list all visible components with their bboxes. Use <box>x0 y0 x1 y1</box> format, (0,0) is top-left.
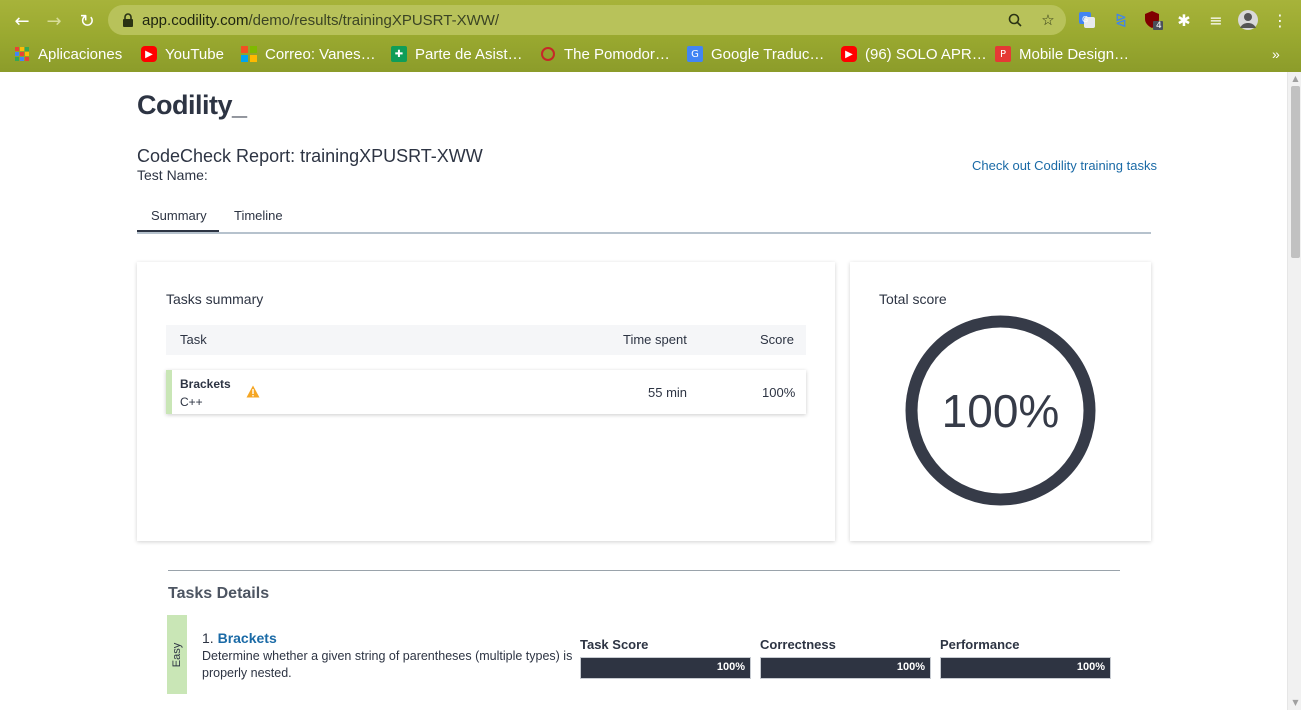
task-heading: 1. Brackets <box>202 630 277 646</box>
total-score-title: Total score <box>879 291 947 307</box>
translate-icon: G <box>687 46 703 62</box>
task-description: Determine whether a given string of pare… <box>202 649 573 680</box>
scroll-thumb[interactable] <box>1291 86 1300 258</box>
active-tab-indicator <box>137 230 219 232</box>
tasks-summary-title: Tasks summary <box>166 291 264 307</box>
warning-icon <box>246 385 260 401</box>
task-score-value: 100% <box>716 661 745 673</box>
tasks-details-title: Tasks Details <box>168 585 270 602</box>
tab-timeline[interactable]: Timeline <box>234 208 283 223</box>
bookmark-item[interactable]: ▶ YouTube <box>141 43 224 65</box>
page-title: CodeCheck Report: trainingXPUSRT-XWW <box>137 146 483 166</box>
reading-list-icon[interactable]: ≡ <box>1205 9 1227 31</box>
table-row[interactable]: Brackets C++ 55 min 100% <box>166 370 806 414</box>
p-icon: P <box>995 46 1011 62</box>
difficulty-label: Easy <box>171 642 183 667</box>
translate-extension-icon[interactable]: G <box>1076 9 1098 31</box>
total-score-value: 100% <box>942 385 1060 437</box>
zoom-icon[interactable] <box>1005 10 1025 30</box>
correctness-bar: 100% <box>760 657 931 679</box>
training-tasks-link[interactable]: Check out Codility training tasks <box>972 158 1157 173</box>
bookmark-item[interactable]: ▶ (96) SOLO APR… <box>841 43 987 65</box>
more-bookmarks-icon[interactable]: » <box>1272 43 1280 65</box>
profile-avatar-icon[interactable] <box>1237 9 1259 31</box>
performance-label: Performance <box>940 637 1020 652</box>
menu-kebab-icon[interactable]: ⋮ <box>1269 9 1291 31</box>
back-icon[interactable]: ← <box>10 9 34 33</box>
audio-extension-icon[interactable]: ⧎ <box>1110 9 1132 31</box>
forward-icon[interactable]: → <box>42 9 66 33</box>
bookmark-item[interactable]: The Pomodor… <box>540 43 670 65</box>
task-score: 100% <box>762 385 796 400</box>
lock-icon <box>118 10 138 30</box>
apps-grid-icon <box>14 46 30 62</box>
bookmark-item[interactable]: G Google Traduc… <box>687 43 824 65</box>
bookmark-item[interactable]: Aplicaciones <box>14 43 122 65</box>
details-divider <box>168 570 1120 571</box>
scroll-up-icon[interactable]: ▲ <box>1291 75 1300 83</box>
total-score-gauge: 100% <box>905 315 1096 506</box>
bookmark-item[interactable]: P Mobile Design… <box>995 43 1129 65</box>
reload-icon[interactable]: ↻ <box>75 9 99 33</box>
browser-chrome: ← → ↻ app.codility.com/demo/results/trai… <box>0 0 1301 72</box>
codility-logo[interactable]: Codility_ <box>137 90 247 121</box>
task-score-label: Task Score <box>580 637 649 652</box>
tasks-table-header: Task Time spent Score <box>166 325 806 355</box>
tab-summary[interactable]: Summary <box>151 208 207 223</box>
bookmark-item[interactable]: Correo: Vanes… <box>241 43 376 65</box>
youtube-icon: ▶ <box>841 46 857 62</box>
task-name[interactable]: Brackets <box>180 377 231 391</box>
ublock-extension-icon[interactable]: 4 <box>1143 9 1165 31</box>
page-scrollbar[interactable]: ▲ ▼ <box>1287 72 1301 710</box>
bookmark-item[interactable]: ✚ Parte de Asist… <box>391 43 523 65</box>
report-tabs: Summary Timeline <box>137 198 1151 234</box>
star-icon[interactable]: ☆ <box>1038 10 1058 30</box>
column-score: Score <box>760 332 794 347</box>
task-number: 1. <box>202 630 214 646</box>
difficulty-tag: Easy <box>167 615 187 694</box>
scroll-down-icon[interactable]: ▼ <box>1291 699 1300 707</box>
extensions-puzzle-icon[interactable]: ✱ <box>1173 9 1195 31</box>
column-task: Task <box>180 332 207 347</box>
address-bar[interactable]: app.codility.com/demo/results/trainingXP… <box>108 5 1066 35</box>
correctness-label: Correctness <box>760 637 836 652</box>
sheet-icon: ✚ <box>391 46 407 62</box>
correctness-value: 100% <box>896 661 925 673</box>
task-score-bar: 100% <box>580 657 751 679</box>
extension-badge: 4 <box>1156 21 1162 31</box>
svg-text:G: G <box>1082 15 1088 24</box>
pomodoro-icon <box>540 46 556 62</box>
url-text: app.codility.com/demo/results/trainingXP… <box>142 11 500 29</box>
bookmarks-bar: Aplicaciones ▶ YouTube Correo: Vanes… ✚ Pa… <box>0 40 1301 68</box>
outlook-icon <box>241 46 257 62</box>
performance-value: 100% <box>1076 661 1105 673</box>
task-link[interactable]: Brackets <box>218 630 277 646</box>
column-time-spent: Time spent <box>623 332 687 347</box>
performance-bar: 100% <box>940 657 1111 679</box>
test-name-label: Test Name: <box>137 167 208 183</box>
youtube-icon: ▶ <box>141 46 157 62</box>
task-language: C++ <box>180 395 203 409</box>
task-time-spent: 55 min <box>648 385 688 400</box>
